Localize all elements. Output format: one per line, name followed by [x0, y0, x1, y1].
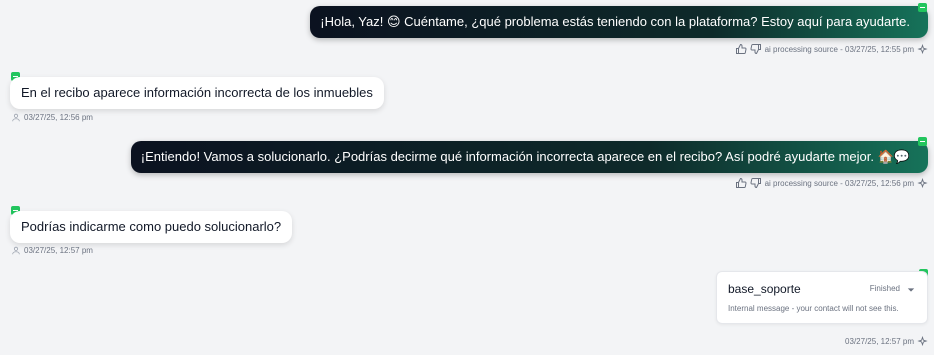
message-meta: ai processing source - 03/27/25, 12:56 p…: [735, 177, 928, 189]
chevron-down-icon[interactable]: [907, 287, 915, 293]
incoming-message-bubble: En el recibo aparece información incorre…: [10, 77, 384, 109]
agent-status-indicator: [918, 3, 927, 12]
internal-card-note: Internal message - your contact will not…: [728, 304, 899, 313]
message-meta: 03/27/25, 12:57 pm: [11, 245, 93, 256]
user-icon: [11, 112, 21, 123]
user-icon: [11, 245, 21, 256]
thumbs-up-icon[interactable]: [735, 177, 747, 189]
message-text: Podrías indicarme como puedo solucionarl…: [21, 219, 282, 234]
message-meta: 03/27/25, 12:57 pm: [845, 336, 928, 347]
message-meta-text: 03/27/25, 12:57 pm: [845, 337, 914, 346]
thumbs-down-icon[interactable]: [750, 43, 762, 55]
internal-card-title: base_soporte: [728, 282, 801, 296]
incoming-message-bubble: Podrías indicarme como puedo solucionarl…: [10, 211, 293, 243]
message-meta: 03/27/25, 12:56 pm: [11, 112, 93, 123]
message-text: ¡Hola, Yaz! 😊 Cuéntame, ¿qué problema es…: [320, 14, 910, 29]
message-meta-text: 03/27/25, 12:56 pm: [24, 113, 93, 122]
message-meta: ai processing source - 03/27/25, 12:55 p…: [735, 43, 928, 55]
message-meta-text: 03/27/25, 12:57 pm: [24, 246, 93, 255]
message-text: ¡Entiendo! Vamos a solucionarlo. ¿Podría…: [140, 149, 910, 164]
outgoing-message-bubble: ¡Entiendo! Vamos a solucionarlo. ¿Podría…: [130, 141, 928, 173]
message-text: En el recibo aparece información incorre…: [21, 85, 373, 100]
internal-card-status: Finished: [869, 284, 900, 293]
outgoing-message-bubble: ¡Hola, Yaz! 😊 Cuéntame, ¿qué problema es…: [310, 6, 928, 38]
thumbs-down-icon[interactable]: [750, 177, 762, 189]
sparkle-icon: [917, 43, 928, 55]
thumbs-up-icon[interactable]: [735, 43, 747, 55]
agent-status-indicator: [918, 137, 927, 146]
message-meta-text: ai processing source - 03/27/25, 12:56 p…: [764, 178, 914, 188]
sparkle-icon: [917, 177, 928, 189]
sparkle-icon: [917, 336, 928, 347]
message-meta-text: ai processing source - 03/27/25, 12:55 p…: [764, 44, 914, 54]
internal-message-card[interactable]: base_soporte Finished Internal message -…: [716, 271, 928, 324]
